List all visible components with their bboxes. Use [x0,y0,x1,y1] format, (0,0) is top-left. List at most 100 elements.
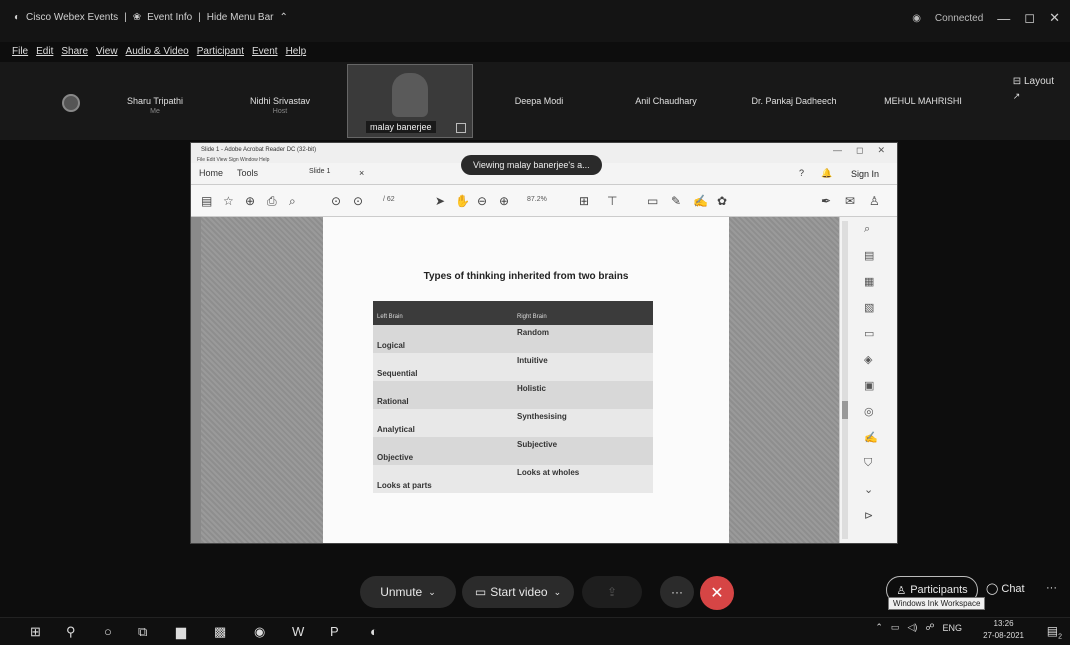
search-icon[interactable]: ⚲ [66,624,76,640]
add-user-icon[interactable]: ♙ [869,194,880,208]
participant-tile[interactable]: Sharu Tripathi Me [100,96,210,115]
chat-button[interactable]: ◯ Chat [986,582,1025,595]
fill-sign-icon[interactable]: ✒ [821,194,831,208]
search-panel-icon[interactable]: ⌕ [864,223,870,236]
menu-event[interactable]: Event [252,46,278,57]
mail-icon[interactable]: ✉ [845,194,855,208]
compress-icon[interactable]: ◎ [864,405,874,418]
zoom-out-icon[interactable]: ⊖ [477,194,487,208]
tab-close-icon[interactable]: × [359,168,364,178]
cortana-icon[interactable]: ○ [104,624,112,639]
notification-center-icon[interactable]: ▤2 [1047,624,1062,640]
menu-participant[interactable]: Participant [197,46,244,57]
help-icon[interactable]: ? [799,168,804,178]
select-cursor-icon[interactable]: ➤ [435,194,445,208]
volume-icon[interactable]: ◁) [907,622,917,633]
fit-page-icon[interactable]: ⊞ [579,194,589,208]
tab-home[interactable]: Home [199,168,223,178]
chrome-icon[interactable]: ◉ [254,624,265,640]
share-icon[interactable]: ⊕ [245,194,255,208]
active-speaker-video[interactable]: malay banerjee [347,64,473,138]
expand-arrow-icon[interactable]: ↗ [1013,91,1054,102]
unmute-button[interactable]: Unmute ⌄ [360,576,456,608]
tab-tools[interactable]: Tools [237,168,258,178]
clock[interactable]: 13:26 27-08-2021 [983,618,1024,642]
acrobat-close-icon[interactable]: ✕ [877,145,885,156]
leave-meeting-button[interactable]: ✕ [700,576,734,610]
file-explorer-icon[interactable]: ▆ [176,624,186,640]
acrobat-minimize-icon[interactable]: — [833,145,842,156]
battery-icon[interactable]: ▭ [891,622,900,633]
participant-tile[interactable]: MEHUL MAHRISHI [868,96,978,106]
menu-view[interactable]: View [96,46,118,57]
scrollbar-thumb[interactable] [842,401,848,419]
minimize-button[interactable]: — [997,11,1010,26]
connection-icon: ◉ [912,12,921,24]
create-pdf-icon[interactable]: ▦ [864,275,874,288]
print-icon[interactable]: ⎙ [267,194,277,209]
event-info-link[interactable]: Event Info [147,12,192,23]
zoom-in-icon[interactable]: ⊕ [499,194,509,208]
prev-page-icon[interactable]: ⊙ [331,194,341,208]
page-indicator[interactable]: / 62 [383,196,395,203]
tab-slide[interactable]: Slide 1 [309,168,330,175]
zoom-level[interactable]: 87.2% [527,196,547,203]
powerpoint-icon[interactable]: P [330,624,339,639]
chevron-up-icon[interactable]: ⌃ [279,12,287,23]
layout-button[interactable]: ⊟ Layout ↗ [1013,76,1054,102]
more-tools-icon[interactable]: ⌄ [864,483,873,496]
stamp-icon[interactable]: ✿ [717,194,727,208]
next-page-icon[interactable]: ⊙ [353,194,363,208]
show-hidden-icons[interactable]: ⌃ [875,622,883,633]
menu-help[interactable]: Help [286,46,307,57]
organize-icon[interactable]: ▣ [864,379,874,392]
comment-icon[interactable]: ▭ [647,194,658,208]
bookmark-star-icon[interactable]: ☆ [223,194,234,208]
hide-menu-bar-button[interactable]: Hide Menu Bar [207,12,274,23]
menu-edit[interactable]: Edit [36,46,53,57]
chevron-down-icon[interactable]: ⌄ [428,587,436,598]
menu-share[interactable]: Share [61,46,88,57]
maximize-button[interactable]: ◻ [1024,10,1035,26]
participant-tile[interactable]: Anil Chaudhary [611,96,721,106]
bell-icon[interactable]: 🔔 [821,168,832,179]
participant-tile[interactable]: Nidhi Srivastav Host [225,96,335,115]
word-icon[interactable]: W [292,624,304,639]
start-video-button[interactable]: ▭ Start video ⌄ [462,576,574,608]
task-view-icon[interactable]: ⧉ [138,624,147,640]
scrollbar[interactable] [842,221,848,539]
protect-icon[interactable]: ⛉ [864,457,872,470]
webex-taskbar-icon[interactable]: ◐ [370,624,378,639]
hand-tool-icon[interactable]: ✋ [455,194,470,208]
combine-icon[interactable]: ◈ [864,353,872,366]
edit-pdf-icon[interactable]: ▧ [864,301,874,314]
windows-start-icon[interactable]: ⊞ [30,624,41,640]
language-indicator[interactable]: ENG [942,623,962,633]
close-button[interactable]: ✕ [1049,10,1060,26]
acrobat-maximize-icon[interactable]: ◻ [856,145,863,156]
highlight-pen-icon[interactable]: ✎ [671,194,681,208]
shared-screen[interactable]: Slide 1 - Adobe Acrobat Reader DC (32-bi… [190,142,898,544]
participant-tile[interactable]: Deepa Modi [484,96,594,106]
network-icon[interactable]: ☍ [925,622,934,633]
photos-icon[interactable]: ▩ [214,624,226,640]
pin-icon[interactable] [456,123,466,133]
chevron-down-icon[interactable]: ⌄ [554,587,562,598]
comment-panel-icon[interactable]: ▭ [864,327,874,340]
menu-file[interactable]: File [12,46,28,57]
create-icon[interactable]: ▤ [201,194,212,208]
document-viewport[interactable]: Types of thinking inherited from two bra… [191,217,841,543]
scroll-mode-icon[interactable]: ⊤ [607,194,617,208]
export-pdf-icon[interactable]: ▤ [864,249,874,262]
search-icon[interactable]: ⌕ [289,194,296,209]
share-button[interactable]: ⇪ [582,576,642,608]
fill-sign-panel-icon[interactable]: ✍ [864,431,878,444]
menu-audio-video[interactable]: Audio & Video [126,46,189,57]
more-panels-icon[interactable]: ··· [1046,582,1057,594]
more-options-button[interactable]: ··· [660,576,694,608]
participant-tile[interactable]: Dr. Pankaj Dadheech [739,96,849,106]
connection-status[interactable]: Connected [935,13,983,24]
draw-icon[interactable]: ✍ [693,194,708,208]
sign-in-button[interactable]: Sign In [851,169,879,179]
collapse-panel-icon[interactable]: ⊳ [864,509,873,522]
